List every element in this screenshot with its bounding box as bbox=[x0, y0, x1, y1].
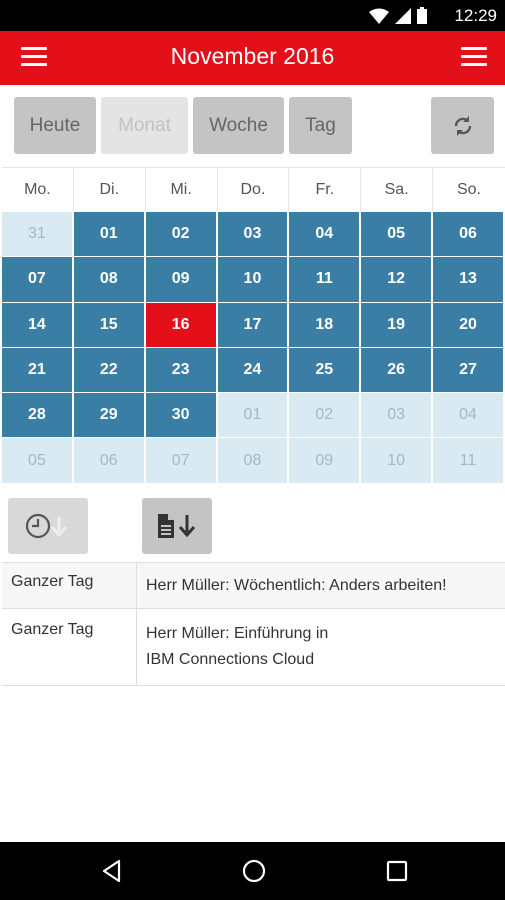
event-time: Ganzer Tag bbox=[2, 563, 137, 608]
month-calendar: Mo. Di. Mi. Do. Fr. Sa. So. 31 01 02 03 … bbox=[2, 167, 505, 484]
day-button[interactable]: Tag bbox=[289, 97, 352, 154]
calendar-day[interactable]: 14 bbox=[2, 302, 74, 348]
calendar-day[interactable]: 12 bbox=[361, 257, 434, 303]
calendar-day-other-month[interactable]: 10 bbox=[361, 438, 434, 484]
event-title-line1: Herr Müller: Einführung in bbox=[146, 625, 329, 642]
calendar-week: 14 15 16 17 18 19 20 bbox=[2, 302, 505, 348]
weekday-header: Mo. Di. Mi. Do. Fr. Sa. So. bbox=[2, 167, 505, 212]
calendar-day[interactable]: 09 bbox=[145, 257, 218, 303]
weekday-label: Do. bbox=[218, 168, 290, 212]
calendar-day[interactable]: 15 bbox=[73, 302, 146, 348]
home-circle-icon[interactable] bbox=[242, 859, 266, 883]
calendar-day[interactable]: 22 bbox=[73, 347, 146, 394]
back-triangle-icon[interactable] bbox=[100, 859, 124, 883]
refresh-icon bbox=[454, 115, 471, 136]
signal-icon bbox=[395, 7, 411, 24]
status-icons bbox=[369, 7, 427, 24]
calendar-day[interactable]: 24 bbox=[217, 347, 290, 394]
calendar-day-other-month[interactable]: 01 bbox=[217, 393, 290, 439]
weekday-label: Sa. bbox=[361, 168, 434, 212]
calendar-day[interactable]: 27 bbox=[433, 347, 505, 394]
navigation-bar bbox=[0, 842, 505, 900]
week-button[interactable]: Woche bbox=[193, 97, 284, 154]
calendar-day[interactable]: 04 bbox=[289, 212, 362, 258]
calendar-day[interactable]: 01 bbox=[73, 212, 146, 258]
calendar-day[interactable]: 23 bbox=[145, 347, 218, 394]
calendar-week: 07 08 09 10 11 12 13 bbox=[2, 257, 505, 303]
document-download-button[interactable] bbox=[142, 498, 212, 554]
wifi-icon bbox=[369, 8, 389, 24]
page-title: November 2016 bbox=[170, 43, 335, 69]
event-title-line2: IBM Connections Cloud bbox=[146, 651, 315, 668]
calendar-day-today[interactable]: 16 bbox=[145, 302, 218, 348]
calendar-week: 21 22 23 24 25 26 27 bbox=[2, 347, 505, 394]
calendar-day-other-month[interactable]: 02 bbox=[289, 393, 362, 439]
calendar-day[interactable]: 07 bbox=[2, 257, 74, 303]
hamburger-menu-icon[interactable] bbox=[461, 47, 487, 67]
calendar-day-other-month[interactable]: 31 bbox=[2, 212, 74, 258]
calendar-day[interactable]: 08 bbox=[73, 257, 146, 303]
calendar-day[interactable]: 26 bbox=[361, 347, 434, 394]
calendar-day[interactable]: 05 bbox=[361, 212, 434, 258]
clock-download-button bbox=[8, 498, 88, 554]
calendar-day-other-month[interactable]: 08 bbox=[217, 438, 290, 484]
event-title: Herr Müller: Wöchentlich: Anders arbeite… bbox=[146, 577, 447, 594]
event-time: Ganzer Tag bbox=[2, 609, 137, 685]
weekday-label: Fr. bbox=[289, 168, 362, 212]
recents-square-icon[interactable] bbox=[386, 860, 408, 882]
event-row[interactable]: Ganzer Tag Herr Müller: Wöchentlich: And… bbox=[2, 563, 505, 609]
calendar-week: 28 29 30 01 02 03 04 bbox=[2, 393, 505, 439]
event-title: Herr Müller: Einführung in IBM Connectio… bbox=[137, 609, 505, 685]
month-button: Monat bbox=[101, 97, 188, 154]
calendar-day-other-month[interactable]: 11 bbox=[433, 438, 505, 484]
calendar-day[interactable]: 02 bbox=[145, 212, 218, 258]
calendar-day[interactable]: 06 bbox=[433, 212, 505, 258]
weekday-label: So. bbox=[456, 181, 481, 198]
calendar-day[interactable]: 11 bbox=[289, 257, 362, 303]
calendar-day[interactable]: 19 bbox=[361, 302, 434, 348]
today-button[interactable]: Heute bbox=[14, 97, 96, 154]
calendar-day[interactable]: 20 bbox=[433, 302, 505, 348]
event-list: Ganzer Tag Herr Müller: Wöchentlich: And… bbox=[2, 562, 505, 686]
weekday-label: Mo. bbox=[2, 168, 74, 212]
calendar-day[interactable]: 30 bbox=[145, 393, 218, 439]
calendar-day[interactable]: 10 bbox=[217, 257, 290, 303]
calendar-day[interactable]: 17 bbox=[217, 302, 290, 348]
weekday-label: Mi. bbox=[146, 168, 218, 212]
weekday-label: Di. bbox=[74, 168, 146, 212]
calendar-week: 31 01 02 03 04 05 06 bbox=[2, 212, 505, 258]
document-download-icon bbox=[158, 514, 196, 538]
clock-download-icon bbox=[25, 513, 68, 539]
battery-icon bbox=[417, 7, 427, 24]
calendar-day-other-month[interactable]: 06 bbox=[73, 438, 146, 484]
calendar-day[interactable]: 03 bbox=[217, 212, 290, 258]
calendar-day[interactable]: 25 bbox=[289, 347, 362, 394]
calendar-week: 05 06 07 08 09 10 11 bbox=[2, 438, 505, 484]
calendar-day-other-month[interactable]: 04 bbox=[433, 393, 505, 439]
event-row[interactable]: Ganzer Tag Herr Müller: Einführung in IB… bbox=[2, 609, 505, 686]
status-time: 12:29 bbox=[454, 6, 497, 25]
calendar-day-other-month[interactable]: 05 bbox=[2, 438, 74, 484]
app-bar: November 2016 bbox=[0, 31, 505, 85]
calendar-day-other-month[interactable]: 07 bbox=[145, 438, 218, 484]
calendar-day[interactable]: 29 bbox=[73, 393, 146, 439]
calendar-day-other-month[interactable]: 09 bbox=[289, 438, 362, 484]
calendar-day[interactable]: 21 bbox=[2, 347, 74, 394]
calendar-day[interactable]: 18 bbox=[289, 302, 362, 348]
calendar-day[interactable]: 13 bbox=[433, 257, 505, 303]
refresh-button[interactable] bbox=[431, 97, 494, 154]
status-bar: 12:29 bbox=[0, 0, 505, 31]
calendar-day[interactable]: 28 bbox=[2, 393, 74, 439]
calendar-day-other-month[interactable]: 03 bbox=[361, 393, 434, 439]
